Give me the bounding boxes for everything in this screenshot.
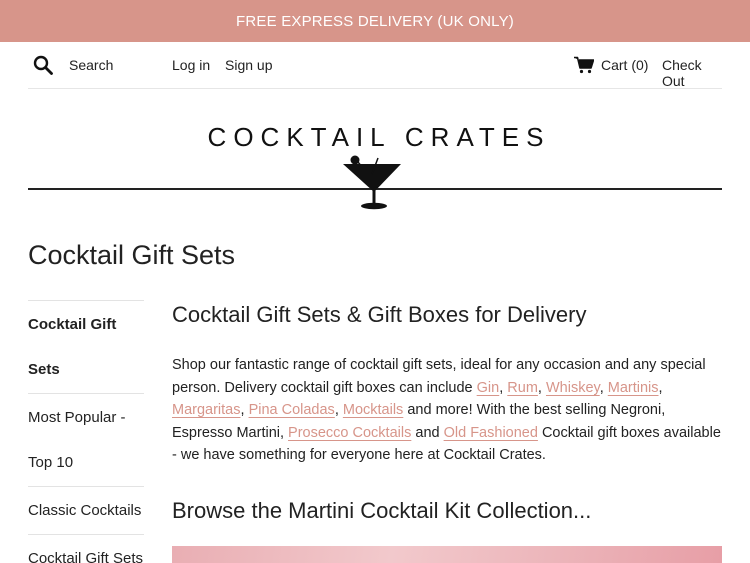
- sidebar-item-cocktail-gift-sets-2[interactable]: Cocktail Gift Sets: [28, 535, 144, 563]
- announcement-text: FREE EXPRESS DELIVERY (UK ONLY): [236, 12, 514, 30]
- sidebar-item-label: Top 10: [28, 454, 74, 471]
- link-prosecco-cocktails[interactable]: Prosecco Cocktails: [288, 425, 411, 441]
- search-icon[interactable]: [33, 55, 53, 75]
- link-gin[interactable]: Gin: [477, 380, 500, 396]
- link-martinis[interactable]: Martinis: [608, 380, 659, 396]
- signup-link[interactable]: Sign up: [225, 57, 272, 73]
- sidebar-item-label: Cocktail Gift Sets: [28, 550, 144, 563]
- announcement-bar: FREE EXPRESS DELIVERY (UK ONLY): [0, 0, 750, 42]
- cart-icon[interactable]: [574, 56, 594, 74]
- sidebar-item-most-popular[interactable]: Most Popular - Top 10: [28, 394, 144, 487]
- sidebar-collection-nav: Cocktail Gift Sets Most Popular - Top 10…: [28, 300, 144, 563]
- checkout-link[interactable]: Check Out: [662, 57, 722, 89]
- link-whiskey[interactable]: Whiskey: [546, 380, 600, 396]
- search-input[interactable]: Search: [69, 57, 113, 73]
- site-logo[interactable]: COCKTAIL CRATES: [28, 118, 722, 212]
- top-navigation: Search Log in Sign up Cart (0) Check Out: [28, 42, 722, 89]
- section-heading: Cocktail Gift Sets & Gift Boxes for Deli…: [172, 302, 587, 327]
- page-title: Cocktail Gift Sets: [28, 240, 236, 270]
- link-pina-coladas[interactable]: Pina Coladas: [249, 402, 335, 418]
- sidebar-item-classic-cocktails[interactable]: Classic Cocktails: [28, 487, 144, 535]
- intro-paragraph: Shop our fantastic range of cocktail gif…: [172, 357, 721, 464]
- login-link[interactable]: Log in: [172, 57, 210, 73]
- martini-glass-icon: [343, 155, 401, 210]
- collection-banner-image[interactable]: [172, 546, 722, 563]
- link-mocktails[interactable]: Mocktails: [343, 402, 403, 418]
- sidebar-item-cocktail-gift-sets[interactable]: Cocktail Gift Sets: [28, 301, 144, 394]
- link-old-fashioned[interactable]: Old Fashioned: [444, 425, 538, 441]
- logo-text: COCKTAIL CRATES: [207, 122, 551, 152]
- sidebar-item-label: Most Popular -: [28, 409, 126, 426]
- collection-subheading: Browse the Martini Cocktail Kit Collecti…: [172, 497, 592, 523]
- collection-description: Cocktail Gift Sets & Gift Boxes for Deli…: [172, 300, 722, 524]
- cart-link[interactable]: Cart (0): [601, 57, 648, 73]
- link-rum[interactable]: Rum: [507, 380, 538, 396]
- sidebar-item-label: Sets: [28, 361, 60, 378]
- link-margaritas[interactable]: Margaritas: [172, 402, 241, 418]
- sidebar-item-label: Cocktail Gift: [28, 316, 117, 333]
- sidebar-item-label: Classic Cocktails: [28, 502, 142, 519]
